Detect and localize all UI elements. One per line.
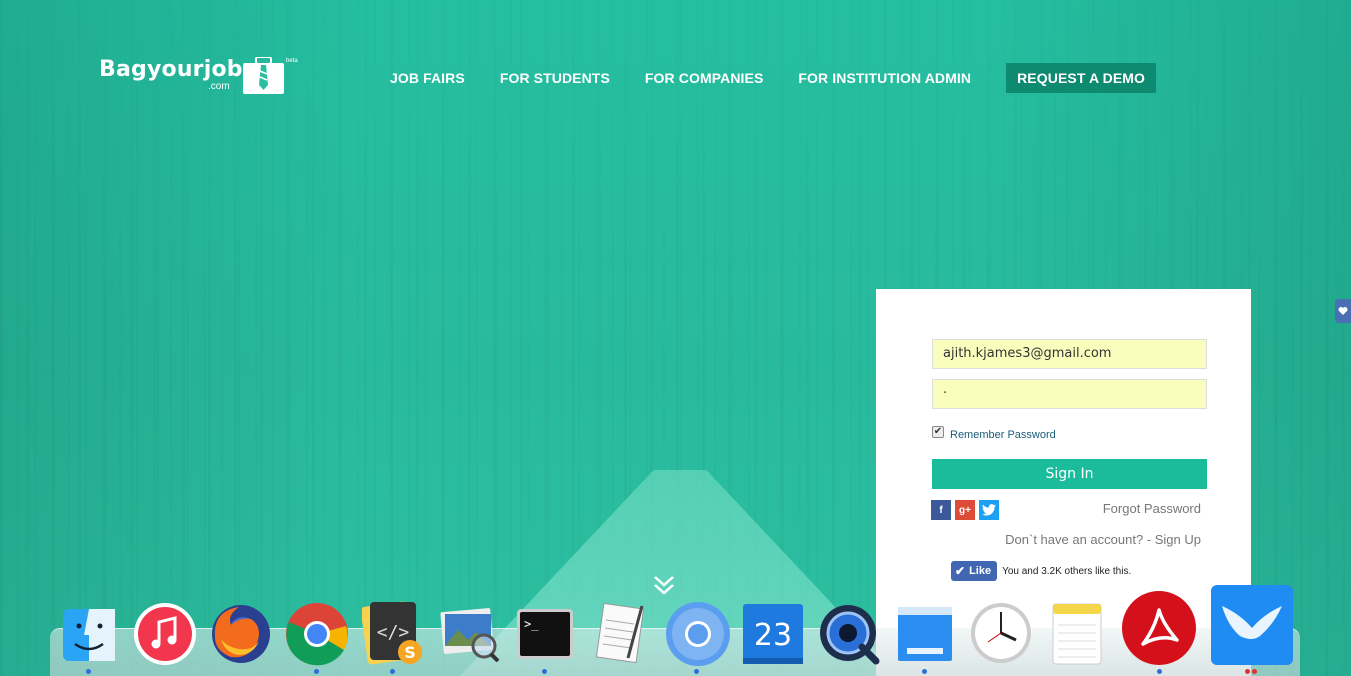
- terminal-icon[interactable]: >_: [516, 608, 574, 660]
- dock-running-dot: [542, 669, 547, 674]
- desktop-icon[interactable]: [897, 606, 953, 662]
- like-button[interactable]: ✔ Like: [951, 561, 998, 581]
- sign-up-link[interactable]: Don`t have an account? - Sign Up: [1005, 532, 1201, 547]
- dock-running-dot: [1157, 669, 1162, 674]
- svg-text:</>: </>: [377, 622, 410, 643]
- dock-running-dot: [314, 669, 319, 674]
- dock-running-dot: [1245, 669, 1250, 674]
- preview-icon[interactable]: [440, 604, 500, 662]
- finder-icon[interactable]: [62, 608, 116, 662]
- nav-for-students[interactable]: FOR STUDENTS: [500, 70, 610, 86]
- side-feedback-tab[interactable]: [1335, 299, 1351, 323]
- calendar-icon[interactable]: 23: [742, 603, 804, 665]
- nav-for-institution-admin[interactable]: FOR INSTITUTION ADMIN: [798, 70, 971, 86]
- svg-text:>_: >_: [524, 617, 539, 631]
- mail-icon[interactable]: [1210, 584, 1294, 666]
- brand-logo[interactable]: Bagyourjob .com beta: [99, 56, 299, 96]
- google-plus-icon[interactable]: g+: [955, 500, 975, 520]
- twitter-icon[interactable]: [979, 500, 999, 520]
- textedit-icon[interactable]: [594, 602, 650, 664]
- main-nav: JOB FAIRS FOR STUDENTS FOR COMPANIES FOR…: [390, 63, 1157, 93]
- remember-checkbox[interactable]: ✔: [932, 426, 944, 438]
- nav-job-fairs[interactable]: JOB FAIRS: [390, 70, 465, 86]
- dock-running-dot: [86, 669, 91, 674]
- dock-running-dot: [922, 669, 927, 674]
- facebook-icon[interactable]: f: [931, 500, 951, 520]
- svg-text:23: 23: [754, 618, 792, 653]
- social-login: f g+: [931, 500, 1003, 520]
- bag-icon: [243, 57, 284, 94]
- request-demo-button[interactable]: REQUEST A DEMO: [1006, 63, 1157, 93]
- sign-in-button[interactable]: Sign In: [932, 459, 1207, 489]
- scroll-down-icon[interactable]: [652, 574, 676, 596]
- like-label: Like: [969, 565, 992, 577]
- background-shade-left: [0, 0, 360, 676]
- firefox-icon[interactable]: [209, 603, 273, 665]
- password-field[interactable]: ·: [932, 379, 1207, 409]
- svg-text:S: S: [404, 643, 416, 662]
- remember-row: ✔ Remember Password: [932, 423, 1056, 441]
- forgot-password-link[interactable]: Forgot Password: [1103, 501, 1201, 516]
- brand-domain: .com: [208, 81, 230, 92]
- nav-for-companies[interactable]: FOR COMPANIES: [645, 70, 764, 86]
- clock-icon[interactable]: [970, 602, 1032, 664]
- email-field[interactable]: ajith.kjames3@gmail.com: [932, 339, 1207, 369]
- acrobat-icon[interactable]: [1121, 590, 1197, 666]
- itunes-icon[interactable]: [133, 602, 197, 666]
- dock-running-dot: [1252, 669, 1257, 674]
- quicktime-icon[interactable]: [818, 603, 880, 665]
- brand-name: Bagyourjob: [99, 57, 243, 82]
- facebook-like-widget: ✔ Like You and 3.2K others like this.: [951, 561, 1131, 581]
- sublime-icon[interactable]: </> S: [362, 600, 426, 666]
- chrome-icon[interactable]: [285, 602, 349, 666]
- chromium-icon[interactable]: [665, 601, 731, 667]
- notes-icon[interactable]: [1052, 603, 1102, 665]
- dock-running-dot: [694, 669, 699, 674]
- thumb-check-icon: ✔: [955, 564, 966, 578]
- like-count-text: You and 3.2K others like this.: [1002, 565, 1132, 577]
- beta-badge: beta: [286, 58, 298, 64]
- dock-running-dot: [390, 669, 395, 674]
- heart-icon: [1338, 307, 1348, 315]
- remember-label: Remember Password: [950, 429, 1056, 441]
